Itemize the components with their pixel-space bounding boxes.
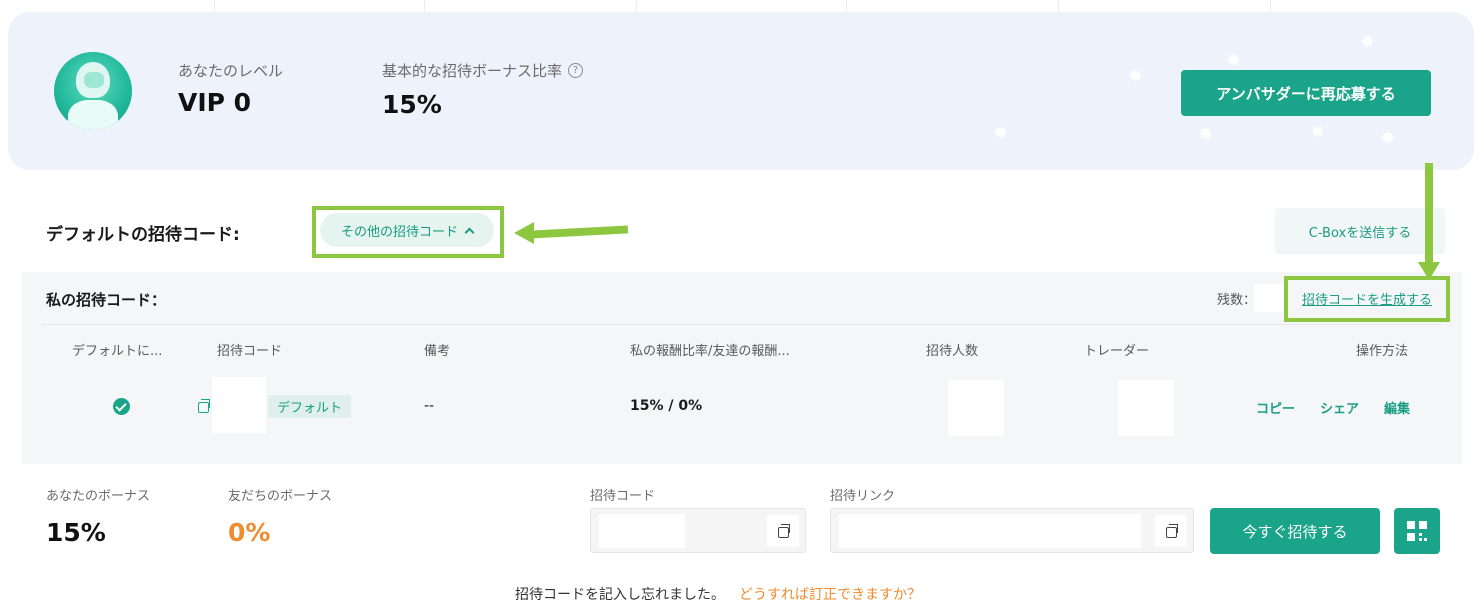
- rate-label-text: 基本的な招待ボーナス比率: [382, 62, 563, 80]
- check-circle-icon[interactable]: [113, 398, 130, 415]
- vip-banner: あなたのレベル VIP 0 基本的な招待ボーナス比率 ? 15% ✸ ✸ ✸ ✸…: [8, 12, 1474, 170]
- copy-action-link[interactable]: コピー: [1256, 398, 1295, 417]
- column-header-invitees: 招待人数: [926, 344, 979, 359]
- traders-value: [1118, 380, 1174, 436]
- star-decoration-icon: ✸: [1198, 124, 1214, 145]
- avatar: [54, 52, 132, 130]
- friend-bonus-value: 0%: [228, 518, 271, 547]
- rate-label: 基本的な招待ボーナス比率 ?: [382, 60, 584, 81]
- level-label: あなたのレベル: [178, 62, 284, 80]
- footer-note: 招待コードを記入し忘れました。 どうすれば訂正できますか？: [515, 584, 921, 600]
- copy-link-button[interactable]: [1155, 515, 1187, 547]
- code-value: [212, 377, 266, 433]
- copy-icon: [778, 524, 790, 538]
- footer-note-text: 招待コードを記入し忘れました。: [515, 587, 725, 600]
- rate-value: 15%: [382, 90, 442, 119]
- correction-link[interactable]: どうすれば訂正できますか？: [739, 587, 921, 600]
- ratio-value: 15% / 0%: [630, 398, 703, 414]
- chevron-up-icon: [464, 227, 475, 237]
- edit-action-link[interactable]: 編集: [1384, 398, 1410, 417]
- invite-code-label: 招待コード: [590, 489, 656, 504]
- copy-icon[interactable]: [198, 399, 210, 413]
- column-header-ratio: 私の報酬比率/友達の報酬...: [630, 344, 790, 359]
- qr-code-button[interactable]: [1394, 508, 1440, 554]
- annotation-arrow-left-icon: [514, 222, 534, 244]
- invite-link-label: 招待リンク: [830, 489, 896, 504]
- default-tag: デフォルト: [268, 395, 352, 418]
- invite-link-field[interactable]: [830, 508, 1194, 553]
- star-decoration-icon: ✸: [1128, 66, 1144, 87]
- copy-icon: [1166, 524, 1178, 538]
- star-decoration-icon: ✸: [993, 123, 1009, 144]
- invite-code-field[interactable]: [590, 508, 806, 553]
- other-codes-label: その他の招待コード: [340, 224, 458, 240]
- reapply-ambassador-button[interactable]: アンバサダーに再応募する: [1181, 70, 1431, 116]
- star-decoration-icon: ✸: [1360, 32, 1376, 53]
- star-decoration-icon: ✸: [1226, 50, 1242, 71]
- friend-bonus-label: 友だちのボーナス: [228, 489, 333, 504]
- copy-code-button[interactable]: [767, 515, 799, 547]
- other-codes-button[interactable]: その他の招待コード: [320, 213, 494, 247]
- level-value: VIP 0: [178, 88, 252, 117]
- annotation-arrow-shaft: [1425, 163, 1433, 263]
- top-strip: [0, 0, 1478, 12]
- my-codes-title: 私の招待コード：: [46, 291, 167, 309]
- generate-code-link[interactable]: 招待コードを生成する: [1302, 289, 1432, 308]
- default-code-title: デフォルトの招待コード:: [46, 225, 240, 245]
- help-icon[interactable]: ?: [568, 63, 584, 78]
- remaining-count: [1254, 284, 1284, 312]
- your-bonus-label: あなたのボーナス: [46, 489, 151, 504]
- divider: [42, 324, 1442, 325]
- qr-code-icon: [1407, 521, 1415, 529]
- star-decoration-icon: ✸: [1310, 122, 1326, 143]
- my-codes-panel: 私の招待コード： 残数： 招待コードを生成する デフォルトに... 招待コード …: [22, 272, 1462, 464]
- column-header-default: デフォルトに...: [72, 344, 163, 359]
- column-header-traders: トレーダー: [1084, 344, 1150, 359]
- annotation-arrow-shaft: [529, 225, 629, 239]
- note-value: --: [424, 398, 435, 414]
- your-bonus-value: 15%: [46, 518, 106, 547]
- column-header-code: 招待コード: [217, 344, 283, 359]
- star-decoration-icon: ✸: [1380, 128, 1396, 149]
- share-action-link[interactable]: シェア: [1320, 398, 1359, 417]
- remaining-label: 残数：: [1217, 293, 1257, 308]
- invite-link-value: [839, 514, 1141, 548]
- invite-now-button[interactable]: 今すぐ招待する: [1210, 508, 1380, 554]
- column-header-note: 備考: [424, 344, 451, 359]
- column-header-actions: 操作方法: [1356, 344, 1409, 359]
- invitees-value: [948, 380, 1004, 436]
- annotation-arrow-down-icon: [1418, 262, 1440, 280]
- send-cbox-button[interactable]: C-Boxを送信する: [1275, 208, 1445, 254]
- invite-code-value: [599, 514, 685, 548]
